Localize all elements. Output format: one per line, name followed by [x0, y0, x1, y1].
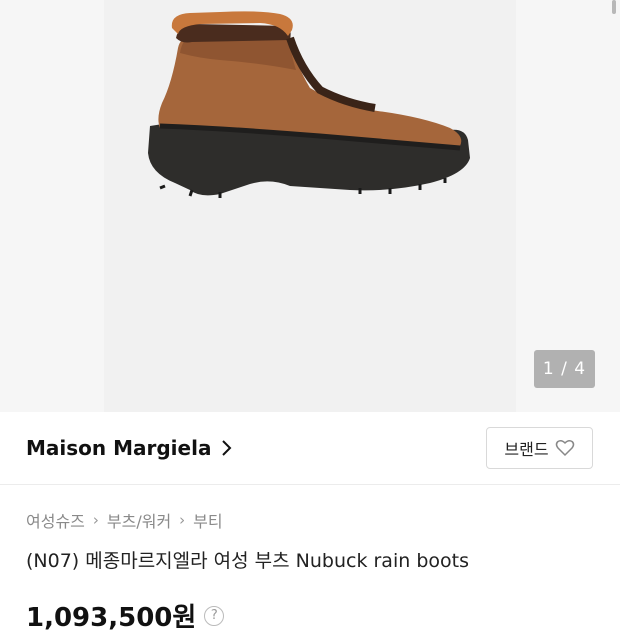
scrollbar[interactable]: [612, 0, 616, 14]
brand-link[interactable]: Maison Margiela: [26, 436, 233, 460]
breadcrumb: 여성슈즈 › 부츠/워커 › 부티: [26, 508, 223, 532]
price-row: 1,093,500원 ?: [26, 597, 225, 634]
question-icon[interactable]: ?: [204, 605, 225, 626]
product-title: (N07) 메종마르지엘라 여성 부츠 Nubuck rain boots: [26, 550, 469, 572]
chevron-right-icon: [222, 440, 232, 456]
product-image-gallery[interactable]: 1 / 4: [0, 0, 620, 412]
breadcrumb-item[interactable]: 부티: [193, 508, 222, 532]
brand-row: Maison Margiela 브랜드: [0, 412, 620, 485]
chevron-right-icon: ›: [92, 511, 99, 529]
product-image: [148, 11, 470, 198]
breadcrumb-item[interactable]: 여성슈즈: [26, 508, 85, 532]
image-counter: 1 / 4: [534, 350, 595, 388]
brand-button-label: 브랜드: [504, 440, 549, 459]
product-price: 1,093,500원: [26, 603, 197, 633]
gallery-left-panel: [0, 0, 104, 412]
breadcrumb-item[interactable]: 부츠/워커: [107, 508, 171, 532]
brand-like-button[interactable]: 브랜드: [486, 427, 593, 469]
brand-name: Maison Margiela: [26, 436, 212, 460]
chevron-right-icon: ›: [179, 511, 186, 529]
heart-icon: [555, 440, 574, 457]
